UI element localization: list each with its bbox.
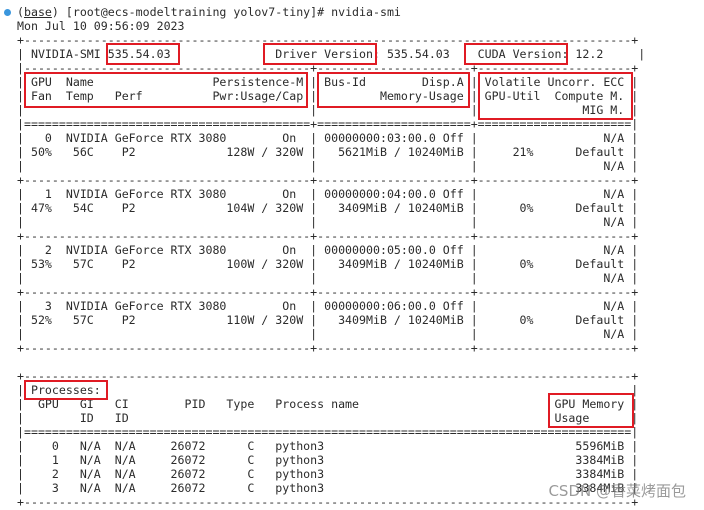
table-rule: +---------------------------------------… bbox=[17, 285, 639, 299]
gpu-row: | 52% 57C P2 110W / 320W | 3409MiB / 102… bbox=[17, 313, 639, 327]
table-double-rule: |=======================================… bbox=[17, 425, 639, 439]
process-row: | 2 N/A N/A 26072 C python3 3384MiB | bbox=[17, 467, 639, 481]
highlight-smi-version bbox=[106, 43, 180, 65]
highlight-processes-title bbox=[24, 380, 108, 400]
gpu-row: | 47% 54C P2 104W / 320W | 3409MiB / 102… bbox=[17, 201, 639, 215]
highlight-bus-columns bbox=[317, 72, 470, 108]
table-rule: +---------------------------------------… bbox=[17, 341, 639, 355]
highlight-gpu-columns bbox=[24, 72, 308, 108]
table-rule: +---------------------------------------… bbox=[17, 369, 639, 383]
table-rule: +---------------------------------------… bbox=[17, 173, 639, 187]
gpu-row: | | | N/A | bbox=[17, 327, 639, 341]
gpu-row: | 3 NVIDIA GeForce RTX 3080 On | 0000000… bbox=[17, 299, 639, 313]
gpu-row: | 50% 56C P2 128W / 320W | 5621MiB / 102… bbox=[17, 145, 639, 159]
gpu-row: | 1 NVIDIA GeForce RTX 3080 On | 0000000… bbox=[17, 187, 639, 201]
highlight-gpu-memory-usage bbox=[548, 393, 634, 428]
highlight-driver-version-label bbox=[263, 43, 377, 65]
process-row: | 1 N/A N/A 26072 C python3 3384MiB | bbox=[17, 453, 639, 467]
table-rule: +---------------------------------------… bbox=[17, 229, 639, 243]
process-row: | 3 N/A N/A 26072 C python3 3384MiB | bbox=[17, 481, 639, 495]
gpu-row: | | | N/A | bbox=[17, 215, 639, 229]
gpu-row: | | | N/A | bbox=[17, 271, 639, 285]
process-header-row: | ID ID Usage | bbox=[17, 411, 639, 425]
highlight-util-columns bbox=[478, 72, 633, 120]
gpu-row: | 0 NVIDIA GeForce RTX 3080 On | 0000000… bbox=[17, 131, 639, 145]
highlight-cuda-version-label bbox=[464, 43, 568, 65]
processes-title: | Processes: | bbox=[17, 383, 639, 397]
gpu-row: | | | N/A | bbox=[17, 159, 639, 173]
gpu-row: | 2 NVIDIA GeForce RTX 3080 On | 0000000… bbox=[17, 243, 639, 257]
watermark: CSDN @香菜烤面包 bbox=[548, 482, 686, 500]
table-rule: +---------------------------------------… bbox=[17, 495, 639, 509]
conda-env-name: base bbox=[23, 5, 52, 19]
timestamp: Mon Jul 10 09:56:09 2023 bbox=[17, 19, 185, 33]
process-header-row: | GPU GI CI PID Type Process name GPU Me… bbox=[17, 397, 639, 411]
shell-prompt: (base) [root@ecs-modeltraining yolov7-ti… bbox=[17, 5, 401, 19]
gpu-row: | 53% 57C P2 100W / 320W | 3409MiB / 102… bbox=[17, 257, 639, 271]
prompt-status-dot-icon bbox=[4, 9, 11, 16]
process-row: | 0 N/A N/A 26072 C python3 5596MiB | bbox=[17, 439, 639, 453]
